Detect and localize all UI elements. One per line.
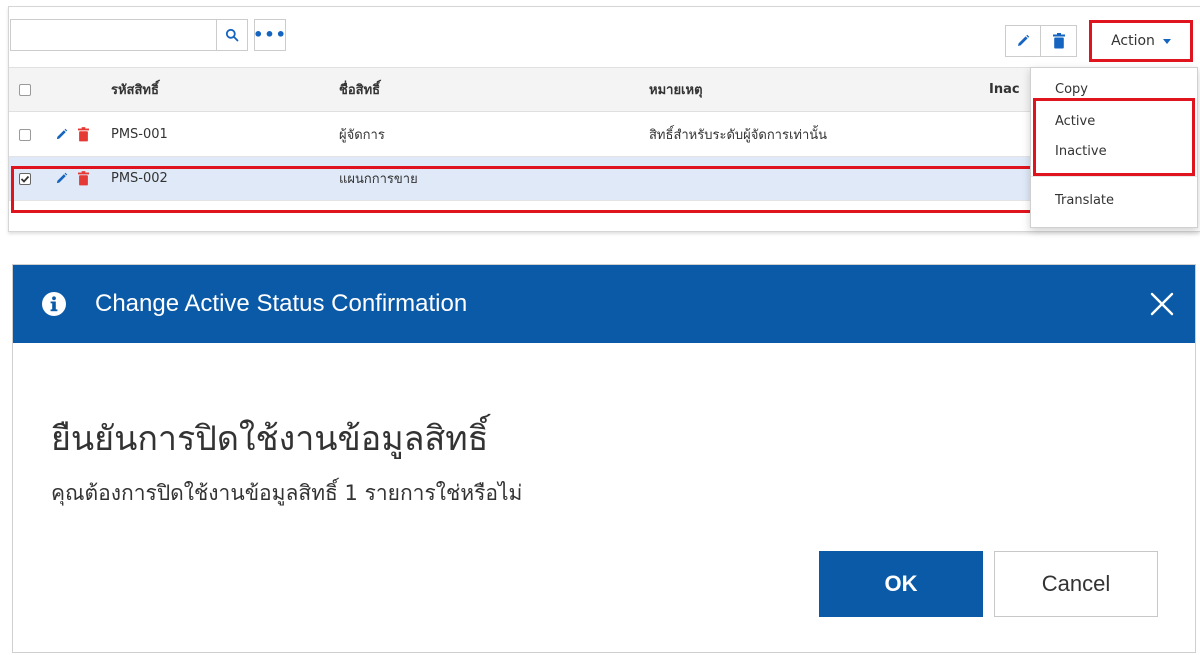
search-icon [225, 28, 239, 42]
edit-row-icon[interactable] [55, 172, 68, 185]
row-note: สิทธิ์สำหรับระดับผู้จัดการเท่านั้น [649, 128, 828, 143]
select-all-checkbox[interactable] [19, 83, 31, 96]
column-header-inactive[interactable]: Inac [989, 68, 1020, 111]
row-checkbox-checked[interactable] [19, 172, 31, 185]
grid-header: รหัสสิทธิ์ ชื่อสิทธิ์ หมายเหตุ Inac [9, 67, 1032, 112]
table-row[interactable]: PMS-001 ผู้จัดการ สิทธิ์สำหรับระดับผู้จั… [9, 113, 1032, 157]
action-button-label: Action [1111, 33, 1155, 49]
dialog-heading: ยืนยันการปิดใช้งานข้อมูลสิทธิ์ [51, 419, 489, 459]
row-name: ผู้จัดการ [339, 128, 385, 143]
pencil-icon [1018, 34, 1030, 46]
dialog-title: Change Active Status Confirmation [95, 290, 468, 317]
checkmark-icon [20, 175, 30, 183]
menu-item-translate[interactable]: Translate [1055, 193, 1114, 208]
grid-toolbar: ••• Action [9, 7, 1200, 67]
search-input[interactable] [10, 19, 216, 51]
row-code: PMS-002 [111, 171, 168, 186]
more-options-button[interactable]: ••• [253, 19, 287, 51]
close-icon[interactable] [1149, 291, 1175, 317]
row-name: แผนกการขาย [339, 172, 418, 187]
trash-icon [1052, 33, 1065, 49]
menu-item-active[interactable]: Active [1055, 114, 1095, 129]
table-row-selected[interactable]: PMS-002 แผนกการขาย [9, 157, 1032, 201]
confirmation-dialog: Change Active Status Confirmation ยืนยัน… [12, 264, 1196, 653]
delete-row-icon[interactable] [78, 127, 89, 142]
dialog-header: Change Active Status Confirmation [13, 265, 1195, 343]
info-icon [42, 292, 66, 316]
search-button[interactable] [216, 19, 248, 51]
column-header-note[interactable]: หมายเหตุ [649, 68, 703, 111]
dialog-message: คุณต้องการปิดใช้งานข้อมูลสิทธิ์ 1 รายการ… [51, 481, 523, 505]
row-code: PMS-001 [111, 127, 168, 142]
column-header-code[interactable]: รหัสสิทธิ์ [111, 68, 159, 111]
caret-down-icon [1162, 38, 1171, 44]
action-dropdown-menu: Copy Active Inactive Translate [1030, 67, 1198, 228]
delete-row-icon[interactable] [78, 171, 89, 186]
cancel-button[interactable]: Cancel [994, 551, 1158, 617]
edit-row-icon[interactable] [55, 128, 68, 141]
permission-grid-panel: ••• Action รหัสสิทธิ์ ชื่อสิทธิ์ หมายเหต… [8, 6, 1200, 232]
menu-item-inactive[interactable]: Inactive [1055, 144, 1107, 159]
ok-button[interactable]: OK [819, 551, 983, 617]
menu-item-copy[interactable]: Copy [1055, 82, 1088, 97]
edit-button[interactable] [1005, 25, 1041, 57]
action-dropdown-button[interactable]: Action [1089, 20, 1193, 62]
delete-button[interactable] [1041, 25, 1077, 57]
menu-divider [1031, 176, 1197, 177]
column-header-name[interactable]: ชื่อสิทธิ์ [339, 68, 380, 111]
more-icon: ••• [253, 25, 287, 44]
row-checkbox[interactable] [19, 128, 31, 141]
